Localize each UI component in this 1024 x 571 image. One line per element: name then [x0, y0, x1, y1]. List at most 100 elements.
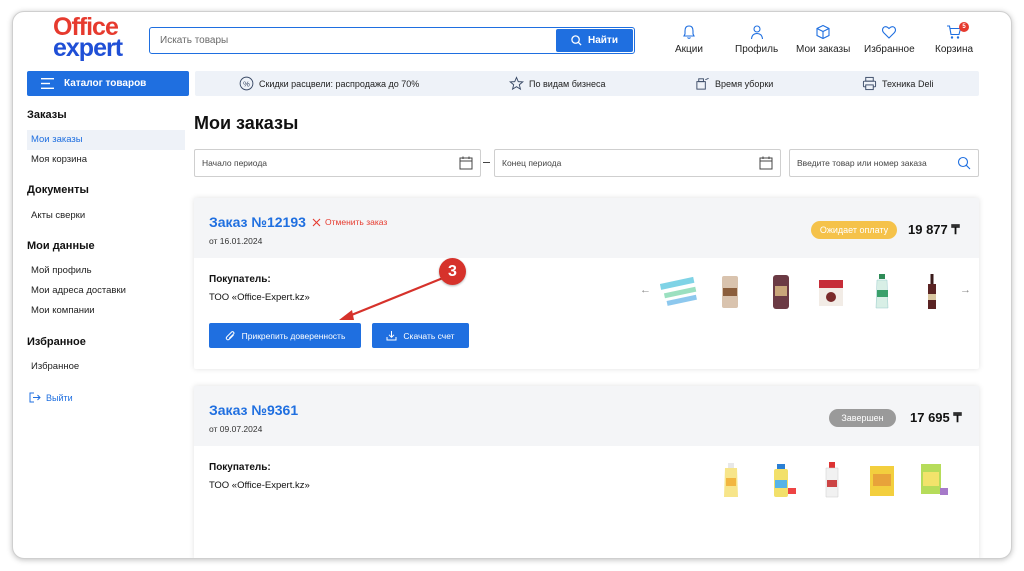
status-badge: Завершен: [829, 409, 896, 427]
sidebar-heading-favorites: Избранное: [27, 336, 86, 348]
product-thumbnail[interactable]: [811, 270, 851, 314]
promo-deli[interactable]: Техника Deli: [862, 71, 933, 96]
sidebar-item-addresses[interactable]: Мои адреса доставки: [27, 281, 185, 301]
search-button-label: Найти: [588, 35, 618, 46]
sponge-pack-image: [870, 466, 894, 496]
carousel-next-arrow-icon[interactable]: →: [960, 284, 971, 296]
promo-label: По видам бизнеса: [529, 78, 606, 89]
buyer-label: Покупатель:: [209, 462, 271, 473]
search-icon[interactable]: [957, 156, 971, 170]
nav-my-orders[interactable]: Мои заказы: [796, 24, 850, 55]
attach-button-label: Прикрепить доверенность: [241, 330, 346, 341]
sidebar-item-my-cart[interactable]: Моя корзина: [27, 150, 185, 170]
logout-link[interactable]: Выйти: [29, 392, 73, 403]
nav-favorites[interactable]: Избранное: [864, 24, 915, 55]
printer-icon: [862, 76, 877, 91]
heart-icon: [882, 26, 897, 39]
product-thumbnail[interactable]: [862, 270, 902, 314]
order-number-link[interactable]: Заказ №12193: [209, 214, 306, 230]
cart-badge: 5: [959, 22, 970, 32]
sidebar-item-my-orders[interactable]: Мои заказы: [27, 130, 185, 150]
clips-product-image: [660, 276, 697, 306]
cleaner-bottle-image: [774, 464, 796, 497]
sidebar-item-reconciliation[interactable]: Акты сверки: [27, 206, 185, 226]
paperclip-icon: [225, 330, 235, 340]
carousel-prev-arrow-icon[interactable]: ←: [640, 284, 651, 296]
product-thumbnail[interactable]: [761, 270, 801, 314]
sidebar-heading-orders: Заказы: [27, 109, 67, 121]
percent-icon: %: [239, 76, 254, 91]
promo-label: Время уборки: [715, 78, 774, 89]
browser-frame: Office expert Найти Акции Профиль Мои за…: [12, 11, 1012, 559]
order-number-link[interactable]: Заказ №9361: [209, 402, 298, 418]
promo-bar: % Скидки расцвели: распродажа до 70% По …: [195, 71, 979, 96]
end-date-input[interactable]: [502, 150, 730, 176]
product-thumbnail[interactable]: [710, 270, 750, 314]
nav-label: Корзина: [935, 44, 974, 55]
nav-label: Избранное: [864, 44, 915, 55]
header-search: Найти: [149, 27, 635, 54]
logo-line2: expert: [53, 34, 123, 62]
catalog-label: Каталог товаров: [64, 78, 147, 89]
dark-bottle-image: [928, 274, 936, 309]
product-thumbnail[interactable]: [660, 270, 700, 314]
calendar-icon[interactable]: [459, 156, 473, 170]
cancel-order-button[interactable]: Отменить заказ: [312, 217, 387, 227]
promo-business[interactable]: По видам бизнеса: [509, 71, 606, 96]
page-title: Мои заказы: [194, 113, 299, 133]
product-thumbnail[interactable]: [761, 458, 801, 502]
sidebar-heading-my-data: Мои данные: [27, 240, 95, 252]
download-invoice-button[interactable]: Скачать счет: [372, 323, 469, 348]
promo-label: Скидки расцвели: распродажа до 70%: [259, 78, 420, 89]
order-search-input[interactable]: [797, 150, 948, 176]
range-dash: [483, 162, 490, 163]
start-date-field[interactable]: [194, 149, 481, 177]
sidebar-heading-documents: Документы: [27, 184, 89, 196]
calendar-icon[interactable]: [759, 156, 773, 170]
bell-icon: [683, 25, 695, 39]
coffee-bag-image: [773, 275, 789, 309]
logo[interactable]: Office expert: [53, 15, 133, 64]
buyer-label: Покупатель:: [209, 274, 271, 285]
order-total: 17 695 ₸: [910, 410, 962, 425]
user-icon: [750, 25, 763, 40]
order-card: Заказ №12193 Отменить заказ от 16.01.202…: [194, 198, 979, 369]
download-button-label: Скачать счет: [403, 330, 455, 341]
sidebar-item-companies[interactable]: Мои компании: [27, 301, 185, 321]
status-badge: Ожидает оплату: [811, 221, 897, 239]
star-icon: [509, 76, 524, 91]
sidebar-item-favorites[interactable]: Избранное: [27, 357, 185, 377]
order-date: от 16.01.2024: [209, 236, 263, 246]
coffee-pack-image: [722, 276, 738, 308]
svg-text:%: %: [243, 79, 250, 88]
search-input[interactable]: [160, 28, 550, 53]
nav-promotions[interactable]: Акции: [675, 24, 703, 55]
gloves-pack-image: [921, 464, 948, 495]
product-thumbnail[interactable]: [912, 270, 952, 314]
nav-label: Профиль: [735, 44, 779, 55]
search-button[interactable]: Найти: [556, 29, 633, 52]
end-date-field[interactable]: [494, 149, 781, 177]
step-marker: 3: [439, 258, 466, 285]
attach-power-of-attorney-button[interactable]: Прикрепить доверенность: [209, 323, 361, 348]
start-date-input[interactable]: [202, 150, 430, 176]
order-card: Заказ №9361 от 09.07.2024 Завершен 17 69…: [194, 386, 979, 558]
product-thumbnail[interactable]: [711, 458, 751, 502]
tea-box-image: [819, 280, 843, 306]
nav-profile[interactable]: Профиль: [735, 24, 778, 55]
catalog-button[interactable]: Каталог товаров: [27, 71, 189, 96]
bleach-bottle-image: [825, 462, 839, 498]
promo-label: Техника Deli: [882, 78, 934, 89]
promo-cleaning[interactable]: Время уборки: [695, 71, 773, 96]
dish-soap-image: [724, 463, 738, 497]
product-thumbnail[interactable]: [912, 458, 952, 502]
logout-icon: [29, 392, 41, 403]
cleaning-icon: [696, 77, 709, 90]
buyer-name: ТОО «Office-Expert.kz»: [209, 480, 310, 491]
product-thumbnail[interactable]: [862, 458, 902, 502]
nav-cart[interactable]: 5 Корзина: [935, 22, 974, 55]
promo-sale[interactable]: % Скидки расцвели: распродажа до 70%: [239, 71, 419, 96]
product-thumbnail[interactable]: [812, 458, 852, 502]
order-search-field[interactable]: [789, 149, 979, 177]
sidebar-item-profile[interactable]: Мой профиль: [27, 261, 185, 281]
